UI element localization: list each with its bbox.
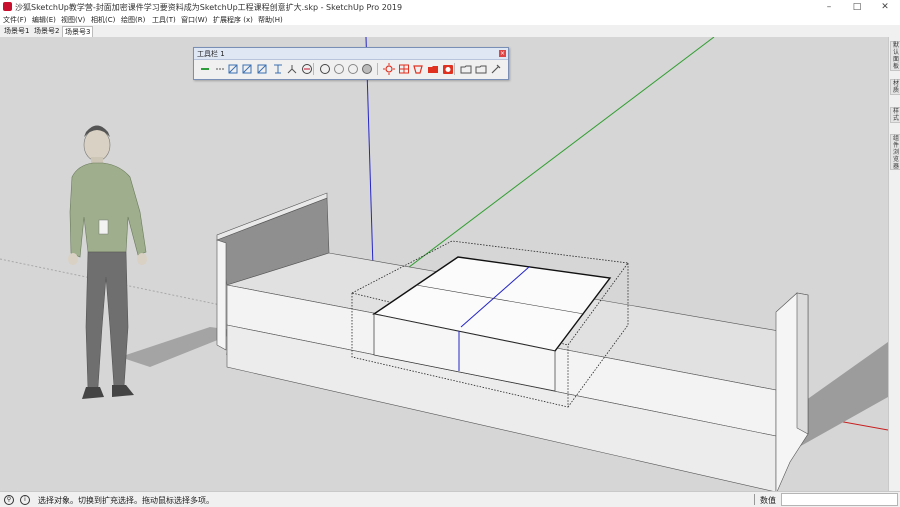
close-button[interactable]: ✕ [871,0,899,14]
maximize-button[interactable]: □ [843,0,871,14]
menu-tools[interactable]: 工具(T) [152,15,176,25]
select-icon[interactable] [199,63,211,75]
floating-toolbar[interactable]: 工具栏 1 × [193,47,509,80]
open-folder-icon[interactable] [475,63,487,75]
info-icon[interactable]: i [20,495,30,505]
folder-icon[interactable] [460,63,472,75]
measurements-input[interactable] [781,493,898,506]
tray-tab-default[interactable]: 默认面板 [890,41,900,71]
hidden-line-icon[interactable] [347,63,359,75]
menu-draw[interactable]: 绘图(R) [121,15,145,25]
menu-view[interactable]: 视图(V) [61,15,85,25]
modeling-viewport[interactable] [0,37,888,491]
viewport-canvas[interactable] [0,37,888,491]
align-icon[interactable] [272,63,284,75]
geo-location-icon[interactable]: ⚲ [4,495,14,505]
status-message: 选择对象。切换到扩充选择。拖动鼠标选择多项。 [38,496,214,505]
scene-tab-2[interactable]: 场景号2 [32,26,61,36]
toolbar-separator [313,63,314,75]
toolbar-separator [377,63,378,75]
status-divider [754,494,755,505]
menu-edit[interactable]: 编辑(E) [32,15,56,25]
menu-window[interactable]: 窗口(W) [181,15,207,25]
menu-bar: 文件(F) 编辑(E) 视图(V) 相机(C) 绘图(R) 工具(T) 窗口(W… [0,14,900,25]
grid-icon[interactable] [398,63,410,75]
scene-tab-3[interactable]: 场景号3 [62,26,94,37]
xray-icon[interactable] [319,63,331,75]
top-view-icon[interactable] [241,63,253,75]
default-tray: 默认面板 材质 样式 组件浏览器 [888,37,900,491]
scene-tab-1[interactable]: 场景号1 [2,26,31,36]
tray-tab-styles[interactable]: 样式 [890,107,900,123]
measurements-label: 数值 [760,496,776,505]
tray-tab-components[interactable]: 组件浏览器 [890,134,900,170]
menu-camera[interactable]: 相机(C) [91,15,115,25]
toolbar-close-button[interactable]: × [499,50,506,57]
section-icon[interactable] [301,63,313,75]
window-title: 沙狐SketchUp教学营-封面加密课件学习要资料成为SketchUp工程课程创… [15,3,403,12]
wireframe-icon[interactable] [333,63,345,75]
toolbar-separator [454,63,455,75]
component-icon[interactable] [412,63,424,75]
iso-view-icon[interactable] [227,63,239,75]
status-bar: ⚲ i 选择对象。切换到扩充选择。拖动鼠标选择多项。 数值 [0,491,900,507]
axes-icon[interactable] [286,63,298,75]
menu-file[interactable]: 文件(F) [3,15,27,25]
tools-icon[interactable] [490,63,502,75]
title-bar: 沙狐SketchUp教学营-封面加密课件学习要资料成为SketchUp工程课程创… [0,0,900,14]
toolbar-title-bar[interactable]: 工具栏 1 × [194,48,508,60]
sun-icon[interactable] [383,63,395,75]
folder-red-icon[interactable] [427,63,439,75]
shaded-icon[interactable] [361,63,373,75]
toolbar-title: 工具栏 1 [197,50,225,58]
sketchup-logo-icon [3,2,12,11]
tray-tab-materials[interactable]: 材质 [890,79,900,95]
front-view-icon[interactable] [256,63,268,75]
menu-extensions[interactable]: 扩展程序 (x) [213,15,253,25]
dashes-icon[interactable] [214,63,226,75]
camera-icon[interactable] [442,63,454,75]
minimize-button[interactable]: – [815,0,843,14]
menu-help[interactable]: 帮助(H) [258,15,283,25]
